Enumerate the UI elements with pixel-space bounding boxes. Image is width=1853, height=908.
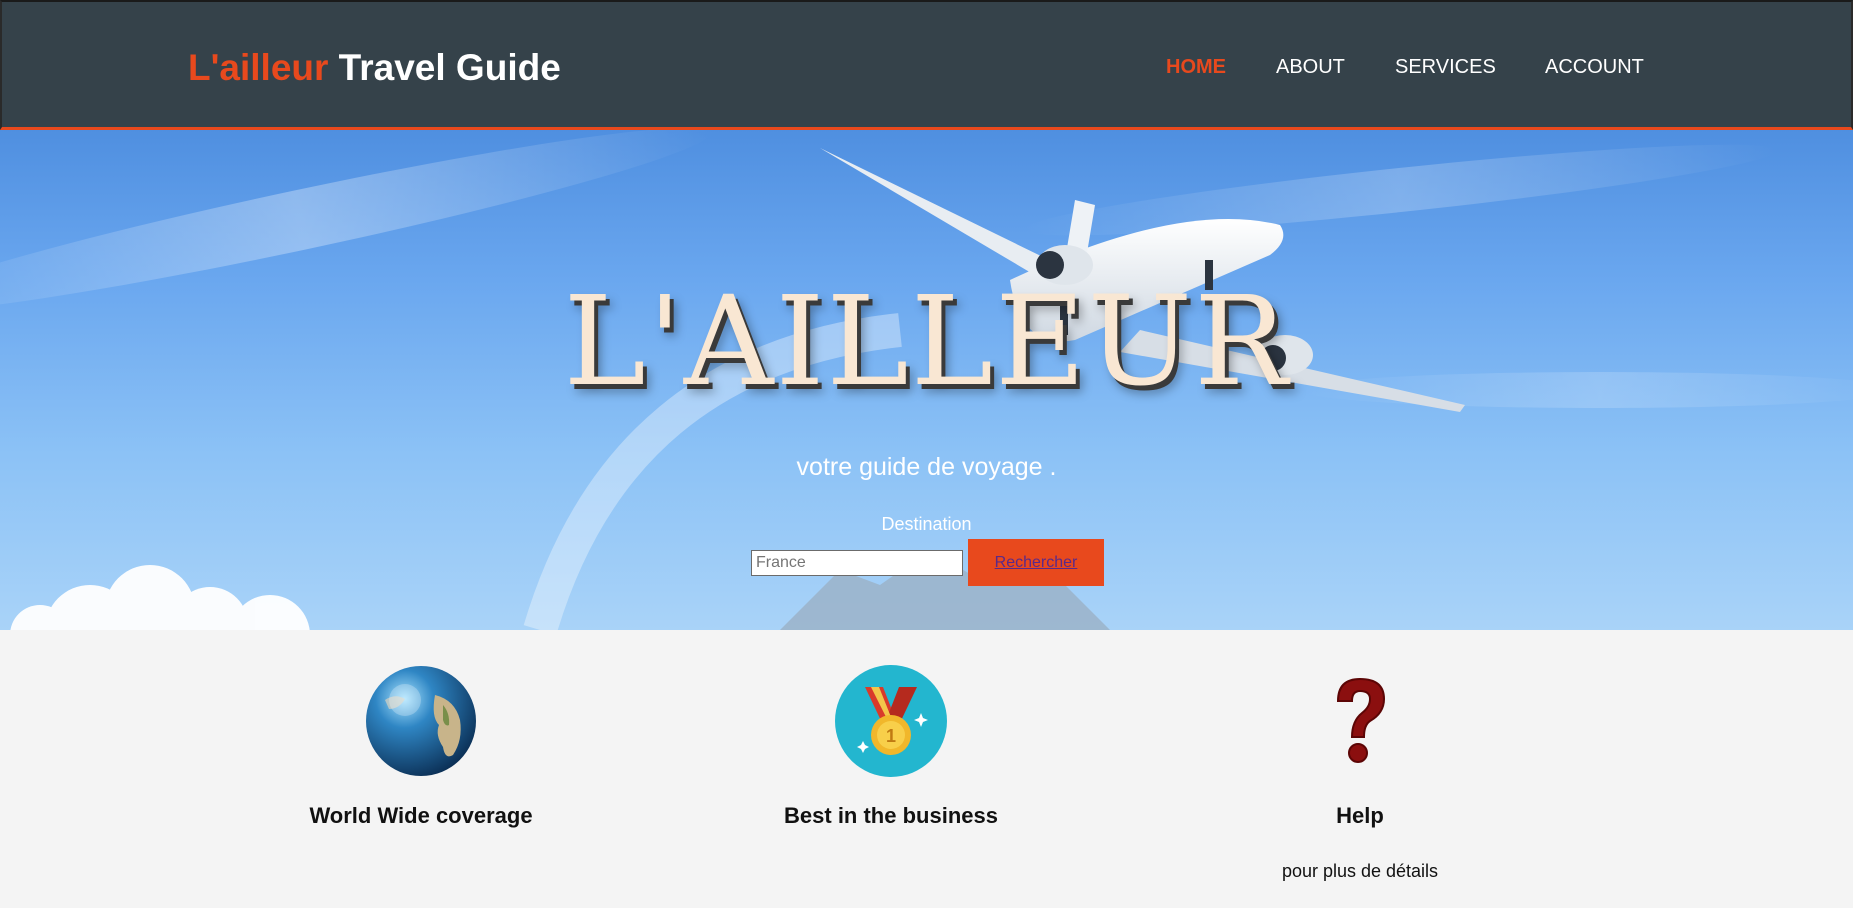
hero-title: L'AILLEUR xyxy=(563,270,1290,414)
nav-services[interactable]: SERVICES xyxy=(1395,56,1496,79)
hero-subtitle: votre guide de voyage . xyxy=(796,453,1057,481)
destination-input[interactable] xyxy=(751,550,963,576)
feature-title: Help xyxy=(1336,803,1384,828)
destination-label: Destination xyxy=(881,514,972,534)
hero-banner: L'AILLEUR votre guide de voyage . Destin… xyxy=(0,130,1853,630)
nav-account[interactable]: ACCOUNT xyxy=(1545,56,1644,79)
main-nav: HOME ABOUT SERVICES ACCOUNT xyxy=(2,56,1853,86)
feature-title: World Wide coverage xyxy=(309,803,533,828)
help-details-text: pour plus de détails xyxy=(1281,861,1439,881)
feature-worldwide: World Wide coverage xyxy=(241,665,601,829)
feature-help: Help pour plus de détails xyxy=(1180,665,1540,882)
nav-home[interactable]: HOME xyxy=(1166,56,1226,79)
medal-icon: 1 xyxy=(835,665,947,777)
site-header: L'ailleur Travel Guide HOME ABOUT SERVIC… xyxy=(0,0,1853,130)
question-mark-icon xyxy=(1304,665,1416,777)
feature-title: Best in the business xyxy=(784,803,998,828)
nav-about[interactable]: ABOUT xyxy=(1276,56,1345,79)
feature-best: 1 Best in the business xyxy=(711,665,1071,829)
svg-text:1: 1 xyxy=(886,726,896,746)
globe-icon xyxy=(365,665,477,777)
search-button[interactable]: Rechercher xyxy=(968,539,1104,586)
